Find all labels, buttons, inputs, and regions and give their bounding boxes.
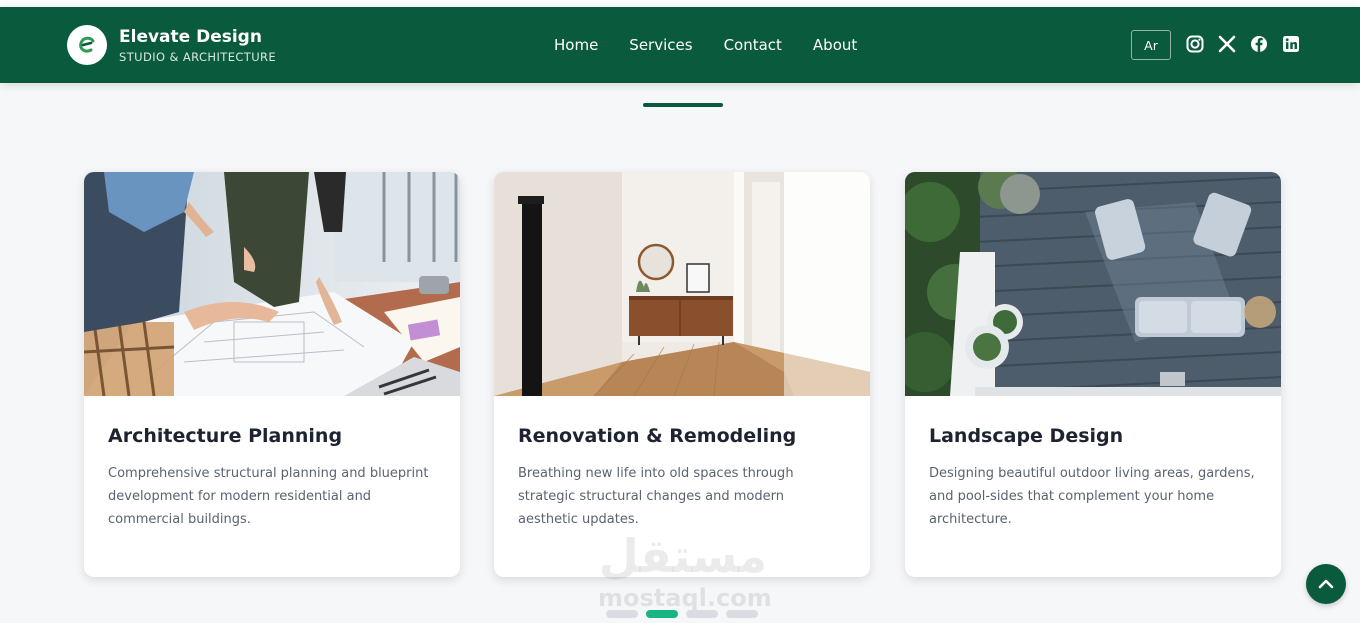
card-title: Landscape Design xyxy=(929,425,1124,447)
service-card-architecture[interactable]: Architecture Planning Comprehensive stru… xyxy=(84,172,460,577)
linkedin-icon[interactable] xyxy=(1281,34,1301,54)
card-title: Renovation & Remodeling xyxy=(518,425,797,447)
brand-title: Elevate Design xyxy=(119,26,262,47)
leaf-e-logo-icon xyxy=(67,25,107,65)
navbar: Elevate Design STUDIO & ARCHITECTURE Hom… xyxy=(0,7,1360,83)
nav-about[interactable]: About xyxy=(813,35,857,55)
brand[interactable]: Elevate Design STUDIO & ARCHITECTURE xyxy=(67,25,276,65)
card-title: Architecture Planning xyxy=(108,425,343,447)
renovated-interior-photo xyxy=(494,172,870,396)
main-nav: Home Services Contact About xyxy=(554,35,888,55)
outdoor-deck-garden-photo xyxy=(905,172,1281,396)
card-description: Comprehensive structural planning and bl… xyxy=(108,466,429,527)
chevron-up-icon xyxy=(1318,579,1334,589)
brand-subtitle: STUDIO & ARCHITECTURE xyxy=(119,49,277,64)
carousel-dots xyxy=(606,610,766,618)
instagram-icon[interactable] xyxy=(1185,34,1205,54)
card-description: Breathing new life into old spaces throu… xyxy=(518,466,794,527)
service-card-landscape[interactable]: Landscape Design Designing beautiful out… xyxy=(905,172,1281,577)
carousel-dot[interactable] xyxy=(646,610,678,618)
top-strip xyxy=(0,0,1360,7)
scroll-to-top-button[interactable] xyxy=(1306,564,1346,604)
nav-services[interactable]: Services xyxy=(629,35,692,55)
facebook-icon[interactable] xyxy=(1249,34,1269,54)
architects-blueprint-photo xyxy=(84,172,460,396)
nav-contact[interactable]: Contact xyxy=(724,35,782,55)
card-description: Designing beautiful outdoor living areas… xyxy=(929,466,1255,527)
watermark-latin: mostaql.com xyxy=(598,584,772,612)
carousel-dot[interactable] xyxy=(686,610,718,618)
carousel-dot[interactable] xyxy=(606,610,638,618)
service-card-renovation[interactable]: Renovation & Remodeling Breathing new li… xyxy=(494,172,870,577)
x-icon[interactable] xyxy=(1217,34,1237,54)
carousel-dot[interactable] xyxy=(726,610,758,618)
section-divider xyxy=(643,103,723,107)
language-toggle-button[interactable]: Ar xyxy=(1131,30,1171,60)
nav-home[interactable]: Home xyxy=(554,35,598,55)
